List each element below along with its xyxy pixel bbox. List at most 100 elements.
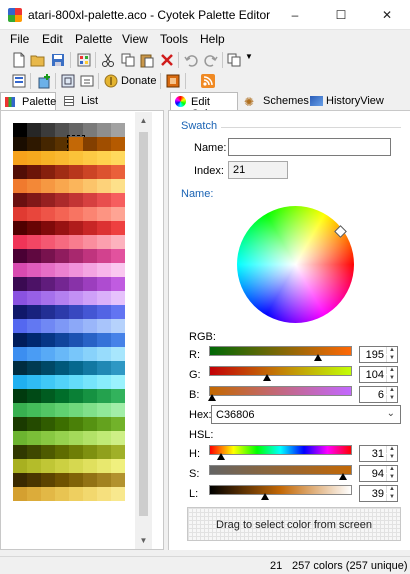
color-swatch[interactable] — [97, 389, 111, 403]
color-swatch[interactable] — [41, 123, 55, 137]
color-swatch[interactable] — [97, 179, 111, 193]
menu-view[interactable]: View — [122, 32, 148, 46]
color-swatch[interactable] — [69, 361, 83, 375]
menu-file[interactable]: File — [10, 32, 29, 46]
color-swatch[interactable] — [41, 137, 55, 151]
color-swatch[interactable] — [55, 193, 69, 207]
color-swatch[interactable] — [83, 459, 97, 473]
color-swatch[interactable] — [97, 459, 111, 473]
red-slider[interactable] — [209, 346, 352, 356]
color-swatch[interactable] — [13, 375, 27, 389]
cut-icon[interactable] — [100, 52, 116, 68]
tab-edit-color[interactable]: Edit Color — [170, 92, 238, 120]
menu-palette[interactable]: Palette — [75, 32, 112, 46]
color-swatch[interactable] — [69, 347, 83, 361]
color-swatch[interactable] — [13, 487, 27, 501]
minimize-button[interactable]: – — [272, 0, 318, 30]
color-swatch[interactable] — [13, 263, 27, 277]
color-swatch[interactable] — [111, 431, 125, 445]
spin-down-icon[interactable]: ▼ — [386, 474, 397, 481]
color-swatch[interactable] — [27, 249, 41, 263]
color-swatch[interactable] — [27, 431, 41, 445]
color-swatch[interactable] — [97, 487, 111, 501]
color-swatch[interactable] — [55, 347, 69, 361]
color-swatch[interactable] — [83, 431, 97, 445]
color-swatch[interactable] — [69, 403, 83, 417]
color-swatch[interactable] — [83, 179, 97, 193]
color-swatch[interactable] — [13, 347, 27, 361]
color-swatch[interactable] — [97, 333, 111, 347]
color-swatch[interactable] — [41, 431, 55, 445]
color-swatch[interactable] — [67, 135, 85, 153]
hue-spinbox[interactable]: 31 ▲ ▼ — [359, 445, 398, 462]
color-swatch[interactable] — [69, 277, 83, 291]
color-swatch[interactable] — [69, 263, 83, 277]
color-swatch[interactable] — [111, 375, 125, 389]
color-swatch[interactable] — [83, 137, 97, 151]
menu-tools[interactable]: Tools — [160, 32, 188, 46]
redo-icon[interactable] — [203, 52, 219, 68]
color-swatch[interactable] — [27, 291, 41, 305]
color-swatch[interactable] — [13, 249, 27, 263]
color-swatch[interactable] — [55, 305, 69, 319]
color-swatch[interactable] — [27, 361, 41, 375]
scroll-up-icon[interactable]: ▲ — [135, 112, 152, 129]
hue-slider[interactable] — [209, 445, 352, 455]
color-swatch[interactable] — [97, 193, 111, 207]
color-swatch[interactable] — [69, 473, 83, 487]
color-swatch[interactable] — [27, 459, 41, 473]
color-swatch[interactable] — [83, 347, 97, 361]
color-swatch[interactable] — [83, 487, 97, 501]
color-swatch[interactable] — [69, 431, 83, 445]
spin-up-icon[interactable]: ▲ — [386, 486, 397, 493]
red-slider-thumb[interactable] — [314, 354, 323, 361]
dropdown-arrow-icon[interactable]: ▼ — [245, 52, 253, 61]
color-swatch[interactable] — [13, 151, 27, 165]
color-swatch[interactable] — [13, 333, 27, 347]
color-swatch[interactable] — [69, 291, 83, 305]
color-swatch[interactable] — [83, 263, 97, 277]
color-swatch[interactable] — [83, 417, 97, 431]
color-swatch[interactable] — [83, 305, 97, 319]
color-swatch[interactable] — [69, 207, 83, 221]
copy-icon[interactable] — [120, 52, 136, 68]
color-swatch[interactable] — [55, 263, 69, 277]
color-swatch[interactable] — [111, 319, 125, 333]
color-swatch[interactable] — [27, 487, 41, 501]
color-swatch[interactable] — [13, 445, 27, 459]
delete-icon[interactable] — [159, 52, 175, 68]
color-swatch[interactable] — [13, 137, 27, 151]
color-swatch[interactable] — [111, 403, 125, 417]
color-swatch[interactable] — [13, 361, 27, 375]
color-swatch[interactable] — [41, 235, 55, 249]
color-swatch[interactable] — [83, 319, 97, 333]
color-swatch[interactable] — [27, 151, 41, 165]
menu-help[interactable]: Help — [200, 32, 225, 46]
color-swatch[interactable] — [97, 347, 111, 361]
color-swatch[interactable] — [69, 123, 83, 137]
tab-schemes[interactable]: ✺ Schemes — [242, 92, 309, 111]
color-swatch[interactable] — [111, 179, 125, 193]
color-swatch[interactable] — [13, 291, 27, 305]
spin-up-icon[interactable]: ▲ — [386, 466, 397, 473]
chevron-down-icon[interactable]: ⌄ — [387, 408, 395, 419]
color-swatch[interactable] — [69, 319, 83, 333]
lightness-slider[interactable] — [209, 485, 352, 495]
color-swatch[interactable] — [27, 263, 41, 277]
color-swatch[interactable] — [97, 165, 111, 179]
color-swatch[interactable] — [27, 305, 41, 319]
color-swatch[interactable] — [27, 445, 41, 459]
swatch-list-icon[interactable] — [11, 73, 27, 89]
color-swatch[interactable] — [55, 123, 69, 137]
color-swatch[interactable] — [13, 193, 27, 207]
color-swatch[interactable] — [83, 221, 97, 235]
color-swatch[interactable] — [55, 319, 69, 333]
color-swatch[interactable] — [55, 291, 69, 305]
color-swatch[interactable] — [69, 151, 83, 165]
color-swatch[interactable] — [69, 165, 83, 179]
color-swatch[interactable] — [13, 319, 27, 333]
color-swatch[interactable] — [55, 249, 69, 263]
tab-history-view[interactable]: HistoryView — [308, 92, 384, 111]
swatch-view-icon[interactable] — [79, 73, 95, 89]
color-swatch[interactable] — [27, 473, 41, 487]
